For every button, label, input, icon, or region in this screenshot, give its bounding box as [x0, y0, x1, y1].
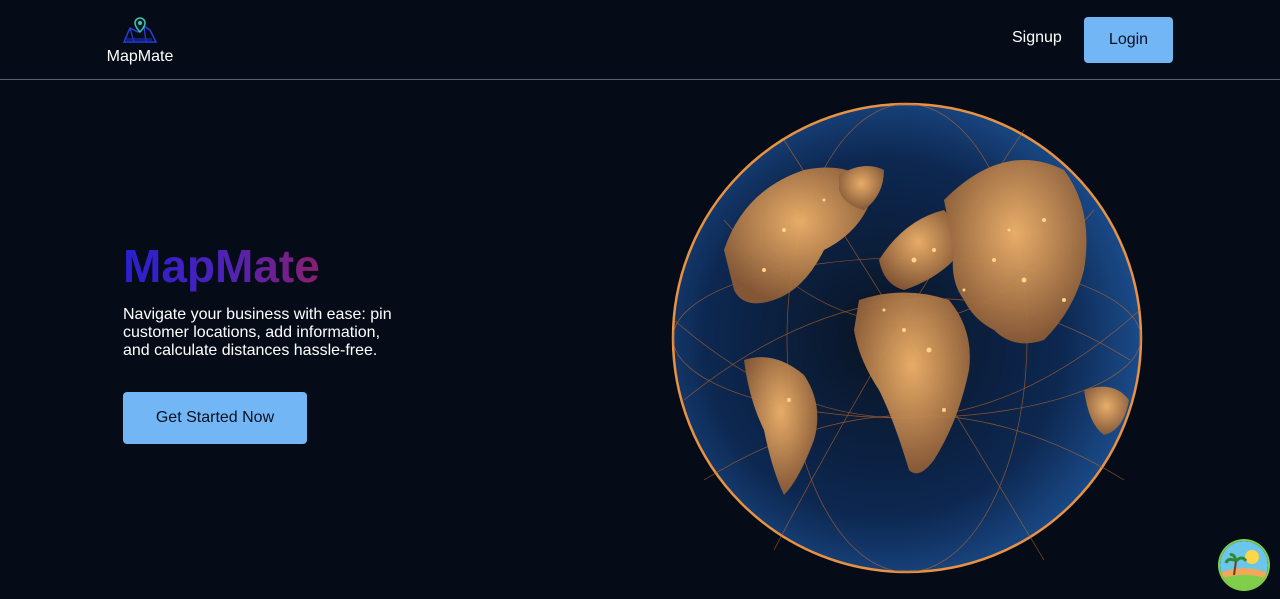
- login-button[interactable]: Login: [1084, 17, 1173, 63]
- brand-name: MapMate: [106, 48, 174, 65]
- map-pin-logo-icon: [122, 17, 158, 43]
- hero-description: Navigate your business with ease: pin cu…: [123, 306, 392, 359]
- top-navbar: MapMate Signup Login: [0, 0, 1280, 80]
- earth-globe-image: [671, 102, 1143, 574]
- get-started-button[interactable]: Get Started Now: [123, 392, 307, 444]
- brand-logo[interactable]: MapMate: [100, 16, 180, 72]
- hero-title: MapMate: [123, 240, 320, 292]
- signup-link[interactable]: Signup: [1012, 29, 1062, 51]
- island-avatar-icon[interactable]: [1220, 541, 1268, 589]
